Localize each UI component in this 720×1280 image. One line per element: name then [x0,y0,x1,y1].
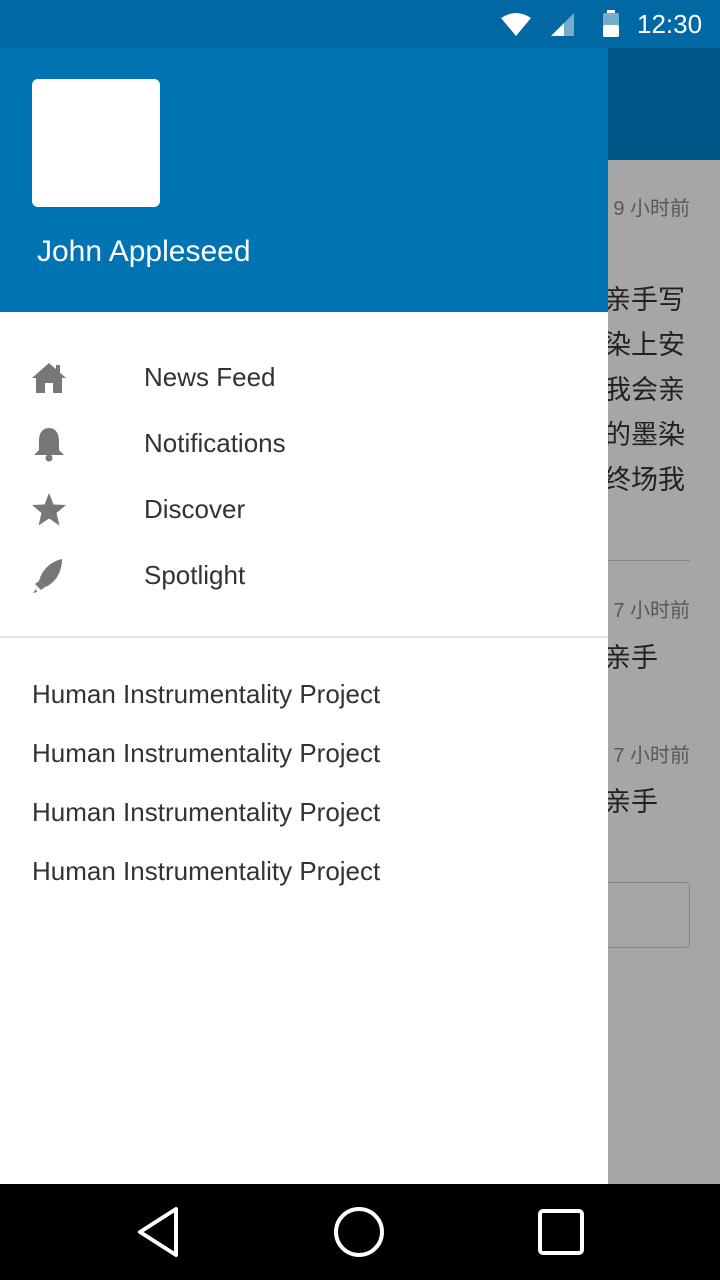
menu-item-label: News Feed [144,362,276,392]
project-item[interactable]: Human Instrumentality Project [32,794,380,830]
project-item[interactable]: Human Instrumentality Project [32,853,380,889]
home-icon [30,359,68,397]
cell-signal-icon [550,12,576,43]
battery-icon [602,10,620,43]
menu-item-discover[interactable]: Discover [0,477,608,543]
drawer-divider [0,636,608,638]
menu-item-notifications[interactable]: Notifications [0,411,608,477]
bell-icon [30,425,68,463]
status-time: 12:30 [637,9,703,39]
menu-item-spotlight[interactable]: Spotlight [0,543,608,609]
project-item[interactable]: Human Instrumentality Project [32,676,380,712]
back-button[interactable] [132,1204,188,1260]
star-icon [30,491,68,529]
navigation-drawer: John Appleseed News Feed Notifications D… [0,48,608,1184]
status-bar: 12:30 [0,0,720,48]
home-button[interactable] [331,1204,387,1260]
rocket-icon [30,557,68,595]
recents-button[interactable] [533,1204,589,1260]
project-item[interactable]: Human Instrumentality Project [32,735,380,771]
drawer-header: John Appleseed [0,48,608,312]
menu-item-label: Discover [144,494,246,524]
wifi-icon [500,12,532,43]
avatar[interactable] [32,79,160,207]
menu-item-label: Notifications [144,428,286,458]
system-nav-bar [0,1184,720,1280]
menu-item-news-feed[interactable]: News Feed [0,345,608,411]
menu-item-label: Spotlight [144,560,246,590]
user-name: John Appleseed [37,235,251,268]
